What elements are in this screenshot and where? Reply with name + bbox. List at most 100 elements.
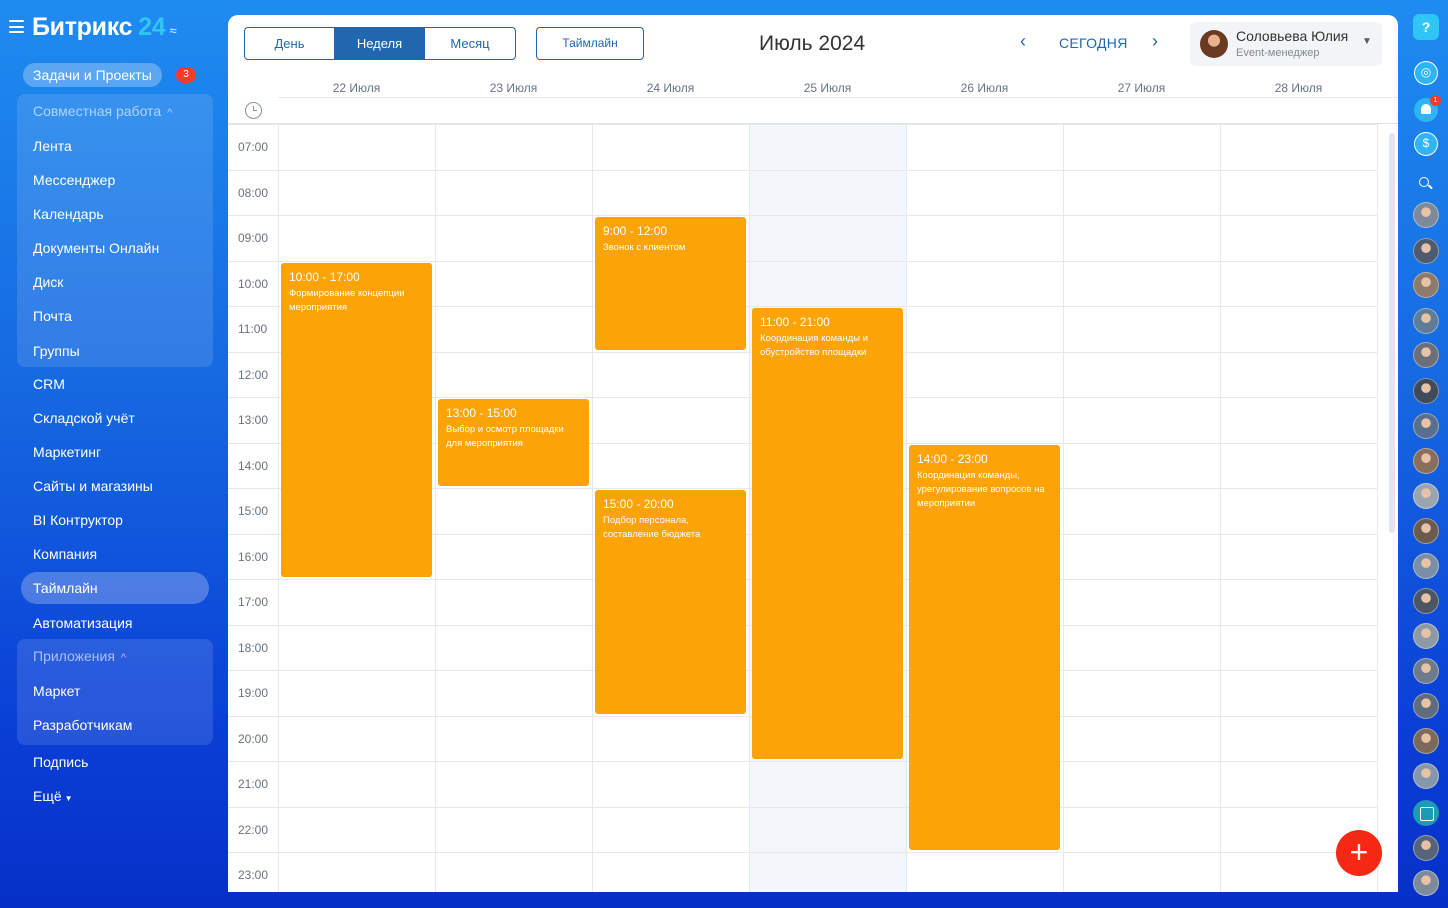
sidebar-group-title-apps[interactable]: Приложения ^ [33,648,126,664]
event-title: Формирование концепции мероприятия [289,287,405,313]
more-label: Ещё [33,788,62,804]
event-time: 10:00 - 17:00 [289,269,360,284]
colleague-avatar[interactable] [1413,448,1439,474]
colleague-avatar[interactable] [1413,413,1439,439]
event-time: 14:00 - 23:00 [917,451,988,466]
month-title: Июль 2024 [759,32,866,55]
calendar-event[interactable]: 13:00 - 15:00 Выбор и осмотр площадки для… [438,399,589,486]
sidebar-item-bi[interactable]: BI Контруктор [33,512,123,528]
view-switcher: День Неделя Месяц [244,27,516,60]
hour-label: 14:00 [238,458,269,473]
calendar-event[interactable]: 15:00 - 20:00 Подбор персонала, составлен… [595,490,746,714]
event-time: 15:00 - 20:00 [603,497,674,511]
sidebar-item-tasks[interactable]: Задачи и Проекты [23,63,162,87]
user-selector[interactable]: Соловьева Юлия Event-менеджер ▼ [1190,22,1382,66]
colleague-avatar[interactable] [1413,238,1439,264]
colleague-avatar[interactable] [1413,342,1439,368]
event-time: 11:00 - 21:00 [760,315,830,329]
day-header[interactable]: 28 Июля [1220,81,1377,95]
sidebar-item-timeline[interactable]: Таймлайн [33,580,98,596]
colleague-avatar[interactable] [1413,658,1439,684]
globe-icon[interactable]: ◎ [1414,61,1438,85]
add-event-button[interactable]: + [1336,830,1382,876]
sidebar-item-messenger[interactable]: Мессенджер [33,172,115,188]
search-icon[interactable] [1419,177,1429,187]
task-square-icon[interactable] [1413,800,1439,826]
day-header[interactable]: 25 Июля [749,81,906,95]
colleague-avatar[interactable] [1413,588,1439,614]
calendar-event[interactable]: 11:00 - 21:00 Координация команды и обуст… [752,308,903,759]
calendar-panel: День Неделя Месяц Таймлайн Июль 2024 ‹ С… [228,15,1398,892]
colleague-avatar[interactable] [1413,728,1439,754]
sidebar-item-crm[interactable]: CRM [33,376,65,392]
sidebar-item-developers[interactable]: Разработчикам [33,717,132,733]
sidebar-item-company[interactable]: Компания [33,546,97,562]
sidebar-group-title-collaboration[interactable]: Совместная работа ^ [33,103,172,119]
timeline-button[interactable]: Таймлайн [536,27,644,60]
chevron-up-icon: ^ [167,107,173,119]
sidebar-item-sites[interactable]: Сайты и магазины [33,478,153,494]
day-header[interactable]: 27 Июля [1063,81,1220,95]
day-header[interactable]: 22 Июля [278,81,435,95]
prev-week-icon[interactable]: ‹ [1020,31,1026,52]
chevron-down-icon: ▼ [64,794,73,803]
event-title: Звонок с клиентом [603,242,686,253]
colleague-avatar[interactable] [1413,483,1439,509]
logo[interactable]: Битрикс 24 ≈ [32,13,177,42]
colleague-avatar[interactable] [1413,870,1439,896]
hour-gridline [228,852,1378,853]
dollar-icon[interactable]: $ [1414,132,1438,156]
today-button[interactable]: СЕГОДНЯ [1059,35,1128,51]
help-icon[interactable]: ? [1413,14,1439,40]
view-week-button[interactable]: Неделя [335,28,425,59]
colleague-avatar[interactable] [1413,202,1439,228]
sidebar-item-more[interactable]: Ещё ▼ [33,788,73,804]
sidebar-item-mail[interactable]: Почта [33,308,72,324]
calendar-event[interactable]: 10:00 - 17:00 Формирование концепции меро… [281,262,432,577]
sidebar-item-feed[interactable]: Лента [33,138,72,154]
day-header[interactable]: 26 Июля [906,81,1063,95]
day-column-divider [435,124,436,892]
scrollbar[interactable] [1389,133,1395,533]
sidebar-item-signature[interactable]: Подпись [33,754,88,770]
calendar-event[interactable]: 14:00 - 23:00 Координация команды, урегул… [909,444,1060,850]
hour-gridline [228,215,1378,216]
day-header[interactable]: 24 Июля [592,81,749,95]
colleague-avatar[interactable] [1413,835,1439,861]
bell-icon[interactable]: 1 [1414,95,1441,122]
sidebar-item-market[interactable]: Маркет [33,683,80,699]
view-month-button[interactable]: Месяц [425,28,515,59]
next-week-icon[interactable]: › [1152,31,1158,52]
hour-label: 08:00 [238,185,269,200]
view-day-button[interactable]: День [245,28,335,59]
user-role: Event-менеджер [1236,47,1320,59]
colleague-avatar[interactable] [1413,518,1439,544]
hour-label: 21:00 [238,777,269,791]
colleague-avatar[interactable] [1413,553,1439,579]
tasks-counter-badge: 3 [176,67,196,83]
colleague-avatar[interactable] [1413,623,1439,649]
hour-label: 22:00 [238,822,269,837]
sidebar-item-groups[interactable]: Группы [33,343,80,359]
divider [278,97,1398,98]
sidebar-item-warehouse[interactable]: Складской учёт [33,410,135,426]
hour-gridline [228,806,1378,808]
notification-badge: 1 [1430,95,1441,106]
sidebar-item-calendar[interactable]: Календарь [33,206,104,222]
colleague-avatar[interactable] [1413,693,1439,719]
colleague-avatar[interactable] [1413,378,1439,404]
sidebar-item-marketing[interactable]: Маркетинг [33,444,101,460]
hour-label: 20:00 [238,731,269,746]
colleague-avatar[interactable] [1413,272,1439,298]
week-grid[interactable]: 07:00 08:00 09:00 10:00 11:00 12:00 13:00 14:00… [228,124,1398,892]
colleague-avatar[interactable] [1413,308,1439,334]
day-header[interactable]: 23 Июля [435,81,592,95]
burger-icon[interactable] [9,20,24,33]
logo-settings-icon[interactable]: ≈ [169,23,176,38]
day-column-divider [749,124,750,892]
colleague-avatar[interactable] [1413,763,1439,789]
sidebar-item-automation[interactable]: Автоматизация [33,615,132,631]
sidebar-item-disk[interactable]: Диск [33,274,63,290]
sidebar-item-documents[interactable]: Документы Онлайн [33,240,159,256]
calendar-event[interactable]: 9:00 - 12:00 Звонок с клиентом [595,217,746,350]
